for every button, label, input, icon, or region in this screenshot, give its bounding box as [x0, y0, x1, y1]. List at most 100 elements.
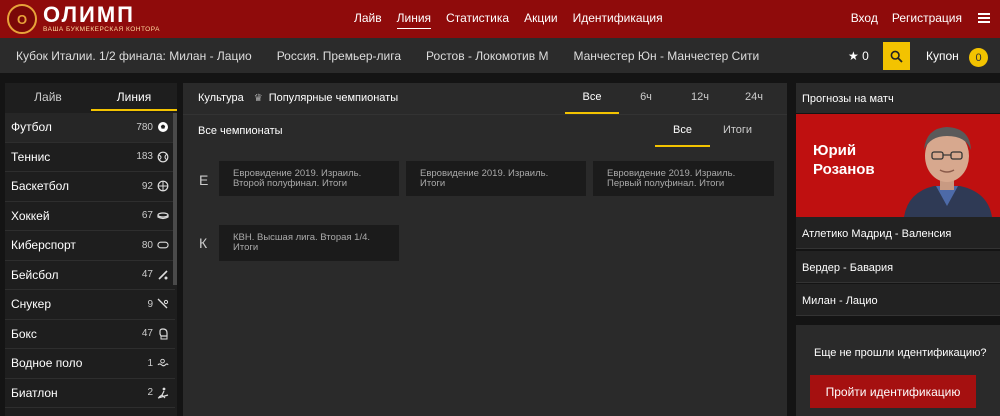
- nav-promotions[interactable]: Акции: [524, 11, 558, 29]
- period-tab-6h[interactable]: 6ч: [619, 83, 673, 114]
- forecast-panel: Прогнозы на матч Юрий Розанов Атлетико М…: [796, 83, 1000, 416]
- breadcrumb: Культура ♛ Популярные чемпионаты: [198, 92, 398, 104]
- sport-label: Киберспорт: [11, 238, 76, 253]
- hockey-icon: [157, 210, 169, 222]
- sport-count: 183: [136, 151, 153, 163]
- favorites-button[interactable]: ★ 0: [848, 49, 869, 63]
- top-event-link[interactable]: Кубок Италии. 1/2 финала: Милан - Лацио: [16, 49, 252, 63]
- tennis-icon: [157, 151, 169, 163]
- logo-mark: О: [16, 11, 28, 27]
- top-event-link[interactable]: Манчестер Юн - Манчестер Сити: [573, 49, 759, 63]
- crumb-category[interactable]: Культура: [198, 92, 244, 104]
- sidebar-scrollbar[interactable]: [173, 113, 177, 285]
- group-letter: К: [199, 235, 208, 251]
- crumb-section[interactable]: Популярные чемпионаты: [269, 92, 398, 104]
- logo-tagline: ВАША БУКМЕКЕРСКАЯ КОНТОРА: [43, 26, 160, 33]
- expert-banner[interactable]: Юрий Розанов: [796, 114, 1000, 217]
- star-icon: ★: [848, 49, 859, 63]
- sidebar-sport-item[interactable]: Снукер 9: [5, 290, 175, 320]
- nav-live[interactable]: Лайв: [354, 11, 382, 29]
- championship-card[interactable]: КВН. Высшая лига. Вторая 1/4. Итоги: [219, 225, 399, 261]
- coupon-count-badge: 0: [969, 48, 988, 67]
- sidebar-sport-item[interactable]: Баскетбол 92: [5, 172, 175, 202]
- sport-count: 47: [141, 269, 153, 281]
- coupon-button[interactable]: Купон: [926, 49, 959, 63]
- waterpolo-icon: [157, 357, 169, 369]
- sidebar-sport-item[interactable]: Биатлон 2: [5, 379, 175, 408]
- forecast-match-item[interactable]: Милан - Лацио: [796, 284, 1000, 316]
- sports-list: Футбол 780 Теннис 183 Баскетбол 92 Хоккей 67 Киб…: [5, 113, 175, 408]
- expert-name: Юрий Розанов: [813, 141, 875, 179]
- sidebar-sport-item[interactable]: Водное поло 1: [5, 349, 175, 379]
- register-link[interactable]: Регистрация: [892, 11, 962, 25]
- sport-label: Баскетбол: [11, 179, 69, 194]
- login-link[interactable]: Вход: [851, 11, 878, 25]
- sidebar-sport-item[interactable]: Футбол 780: [5, 113, 175, 143]
- nav-line[interactable]: Линия: [396, 11, 432, 29]
- favorites-count: 0: [862, 49, 869, 63]
- gamepad-icon: [157, 239, 169, 251]
- sidebar-sport-item[interactable]: Бокс 47: [5, 320, 175, 349]
- period-tab-all[interactable]: Все: [565, 83, 619, 114]
- period-tab-12h[interactable]: 12ч: [673, 83, 727, 114]
- nav-statistics[interactable]: Статистика: [446, 11, 509, 29]
- card-line: Второй полуфинал. Итоги: [233, 178, 348, 189]
- main-panel: Культура ♛ Популярные чемпионаты Все 6ч …: [183, 83, 787, 416]
- sidebar-tab-live[interactable]: Лайв: [5, 83, 91, 111]
- logo-emblem: О: [7, 4, 37, 34]
- forecast-match-item[interactable]: Атлетико Мадрид - Валенсия: [796, 217, 1000, 249]
- olimp-logo[interactable]: О ОЛИМП ВАША БУКМЕКЕРСКАЯ КОНТОРА: [7, 4, 160, 34]
- menu-icon[interactable]: [978, 13, 990, 23]
- sport-label: Биатлон: [11, 385, 58, 400]
- view-tab-results[interactable]: Итоги: [710, 115, 765, 147]
- card-line: Первый полуфинал. Итоги: [607, 178, 725, 189]
- identification-box: Еще не прошли идентификацию? Пройти иден…: [796, 325, 1000, 416]
- sidebar-sport-item[interactable]: Хоккей 67: [5, 202, 175, 231]
- boxing-icon: [157, 328, 169, 340]
- card-line: Итоги: [233, 242, 259, 253]
- search-icon: [890, 50, 903, 63]
- forecast-title: Прогнозы на матч: [796, 83, 1000, 113]
- basketball-icon: [157, 180, 169, 192]
- sport-count: 47: [141, 328, 153, 340]
- top-header: О ОЛИМП ВАША БУКМЕКЕРСКАЯ КОНТОРА Лайв Л…: [0, 0, 1000, 38]
- period-tab-24h[interactable]: 24ч: [727, 83, 781, 114]
- top-event-link[interactable]: Ростов - Локомотив М: [426, 49, 548, 63]
- sport-label: Футбол: [11, 120, 52, 135]
- expert-first-name: Юрий: [813, 142, 857, 159]
- football-icon: [157, 121, 169, 133]
- sport-count: 92: [141, 180, 153, 192]
- sidebar-sport-item[interactable]: Бейсбол 47: [5, 261, 175, 290]
- logo-name: ОЛИМП: [43, 2, 135, 27]
- sport-label: Бейсбол: [11, 267, 59, 282]
- sport-label: Водное поло: [11, 356, 83, 371]
- search-button[interactable]: [883, 42, 910, 70]
- baseball-icon: [157, 269, 169, 281]
- sidebar-sport-item[interactable]: Киберспорт 80: [5, 231, 175, 261]
- sidebar-tab-line[interactable]: Линия: [91, 83, 177, 111]
- nav-identification[interactable]: Идентификация: [573, 11, 663, 29]
- championship-card[interactable]: Евровидение 2019. Израиль. Итоги: [406, 161, 586, 196]
- championship-card[interactable]: Евровидение 2019. Израиль. Второй полуфи…: [219, 161, 399, 196]
- sport-count: 2: [147, 387, 153, 399]
- championship-card[interactable]: Евровидение 2019. Израиль. Первый полуфи…: [593, 161, 774, 196]
- identification-question: Еще не прошли идентификацию?: [814, 347, 987, 359]
- auth-links: Вход Регистрация: [837, 11, 1000, 25]
- sport-count: 67: [141, 210, 153, 222]
- forecast-match-item[interactable]: Вердер - Бавария: [796, 251, 1000, 283]
- sport-label: Теннис: [11, 149, 51, 164]
- sport-label: Снукер: [11, 297, 52, 312]
- top-events-bar: Кубок Италии. 1/2 финала: Милан - Лацио …: [0, 38, 1000, 73]
- expert-last-name: Розанов: [813, 161, 875, 178]
- sport-label: Хоккей: [11, 208, 50, 223]
- top-event-link[interactable]: Россия. Премьер-лига: [277, 49, 401, 63]
- sidebar-sport-item[interactable]: Теннис 183: [5, 143, 175, 172]
- view-tab-all[interactable]: Все: [655, 115, 710, 147]
- sports-sidebar: Лайв Линия Футбол 780 Теннис 183 Баскетбол 92…: [5, 83, 177, 416]
- sport-count: 9: [147, 298, 153, 310]
- group-letter: Е: [199, 172, 209, 188]
- snooker-icon: [157, 298, 169, 310]
- identification-button[interactable]: Пройти идентификацию: [810, 375, 976, 408]
- sport-count: 1: [147, 357, 153, 369]
- card-line: Итоги: [420, 178, 446, 189]
